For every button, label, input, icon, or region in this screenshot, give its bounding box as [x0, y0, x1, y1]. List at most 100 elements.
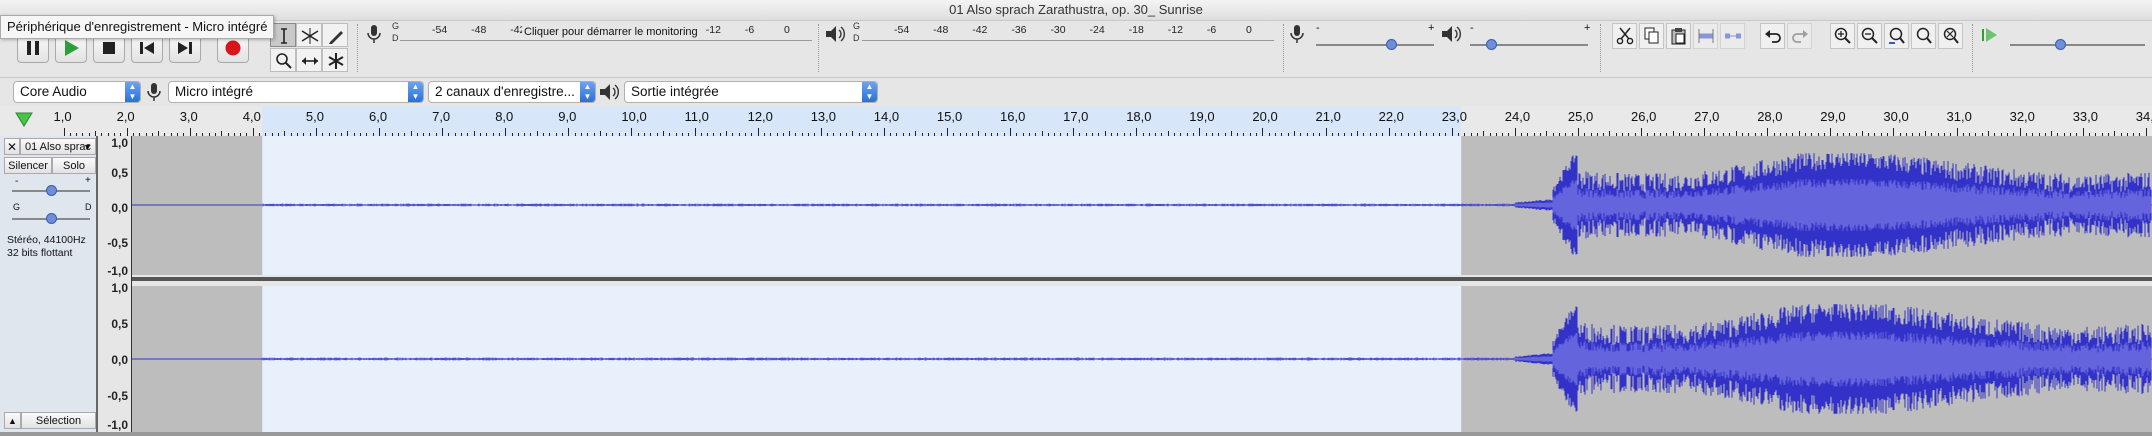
amplitude-ruler: 1,0 0,5 0,0 -0,5 -1,0 1,0 0,5 0,0 -0,5 -1,0 [98, 136, 132, 434]
timeline-label: 25,0 [1567, 109, 1594, 124]
collapse-track-button[interactable]: ▲ [4, 412, 21, 429]
track-info: Stéréo, 44100Hz 32 bits flottant [7, 234, 86, 260]
microphone-icon [367, 25, 381, 43]
record-volume-thumb[interactable] [1386, 39, 1398, 50]
gain-slider[interactable] [12, 181, 90, 199]
timeline-label: 21,0 [1315, 109, 1341, 124]
timeline-tick [1514, 128, 1516, 136]
record-volume-slider[interactable] [1316, 35, 1434, 55]
toolbar-separator [818, 24, 822, 72]
timeline-label: 19,0 [1189, 109, 1215, 124]
trim-audio-icon [1698, 29, 1714, 43]
play-speed-thumb[interactable] [2055, 39, 2066, 50]
zoom-toggle-icon [1943, 27, 1959, 44]
amplitude-label: -1,0 [107, 418, 128, 432]
multi-tool-button[interactable] [322, 48, 348, 72]
mute-button[interactable]: Silencer [4, 157, 52, 174]
record-meter-prompt[interactable]: Cliquer pour démarrer le monitoring [522, 26, 700, 38]
meter-tick-label: -12 [1167, 24, 1183, 36]
redo-button[interactable] [1787, 23, 1812, 49]
undo-button[interactable] [1760, 23, 1785, 49]
timeline-options-icon[interactable] [14, 110, 34, 128]
select-track-button[interactable]: Sélection [21, 412, 96, 429]
playback-device-select[interactable]: Sortie intégrée ▲ ▼ [624, 81, 878, 103]
play-icon [65, 40, 79, 56]
zoom-in-button[interactable] [1830, 23, 1855, 49]
meter-tick-label: -54 [894, 24, 910, 36]
scissors-icon [1616, 27, 1634, 45]
record-volume-minus: - [1316, 22, 1320, 34]
fit-project-button[interactable] [1911, 23, 1936, 49]
zoom-in-icon [1834, 27, 1851, 44]
stereo-waveform [132, 136, 2152, 434]
amplitude-label: 0,0 [111, 201, 128, 215]
timeline-label: 14,0 [873, 109, 900, 124]
recording-device-value: Micro intégré [175, 84, 254, 99]
close-track-button[interactable]: ✕ [4, 138, 20, 155]
toolbar-separator [357, 24, 361, 72]
timeline-tick [568, 128, 570, 136]
silence-audio-icon [1725, 33, 1741, 39]
meter-tick-label: -6 [744, 24, 755, 36]
i-beam-icon [281, 28, 287, 44]
meter-tick-label: -24 [1089, 24, 1105, 36]
timeline-label: 7,0 [432, 109, 451, 124]
waveform-area[interactable] [132, 136, 2152, 434]
timeline-label: 3,0 [179, 109, 198, 124]
copy-button[interactable] [1639, 23, 1664, 49]
timeline-tick [1956, 128, 1958, 136]
meter-tick-label: -36 [1011, 24, 1027, 36]
pan-slider[interactable] [12, 209, 90, 227]
timeline-label: 17,0 [1063, 109, 1089, 124]
timeline-ruler[interactable]: 1,0 2,0 3,0 4,0 5,0 6,0 7,0 8,0 9,0 10,0 11,0 12,0 1… [0, 106, 2152, 137]
timeline-tick [315, 128, 317, 136]
zoom-toggle-button[interactable] [1938, 23, 1963, 49]
asterisk-icon [328, 53, 344, 69]
envelope-tool-button[interactable] [296, 23, 322, 47]
track-format: Stéréo, 44100Hz [7, 234, 86, 246]
pan-thumb[interactable] [46, 213, 57, 224]
speaker-icon [826, 26, 845, 42]
timeline-tick [820, 128, 822, 136]
microphone-icon [1290, 25, 1304, 43]
zoom-fit-icon [1916, 27, 1932, 44]
playback-volume-slider[interactable] [1470, 35, 1588, 55]
timeline-label: 15,0 [936, 109, 963, 124]
timeline-label: 8,0 [495, 109, 514, 124]
fit-selection-button[interactable] [1884, 23, 1909, 49]
device-toolbar: Core Audio ▲ ▼ Micro intégré ▲ ▼ 2 canaux … [0, 78, 2152, 106]
timeline-tick [946, 128, 948, 136]
recording-channels-select[interactable]: 2 canaux d'enregistre... ▲ ▼ [428, 81, 596, 103]
timeline-tick [1577, 128, 1579, 136]
zoom-out-button[interactable] [1857, 23, 1882, 49]
timeline-label: 16,0 [1000, 109, 1026, 124]
timeline-label: 12,0 [747, 109, 773, 124]
playback-volume-thumb[interactable] [1486, 39, 1498, 50]
play-at-speed-button[interactable] [1978, 23, 2003, 49]
timeline-label: 27,0 [1694, 109, 1720, 124]
solo-button[interactable]: Solo [52, 157, 96, 174]
draw-tool-button[interactable] [322, 23, 348, 47]
cut-button[interactable] [1612, 23, 1637, 49]
meter-tick-label: -6 [1206, 24, 1217, 36]
gain-thumb[interactable] [46, 185, 57, 196]
dropdown-arrow-icon: ▼ [83, 142, 92, 152]
play-at-speed-icon [1982, 28, 1997, 42]
audio-host-select[interactable]: Core Audio ▲ ▼ [13, 81, 141, 103]
silence-button[interactable] [1720, 23, 1745, 49]
zoom-tool-button[interactable] [270, 48, 296, 72]
play-speed-slider[interactable] [2010, 35, 2145, 55]
trim-button[interactable] [1693, 23, 1718, 49]
paste-button[interactable] [1666, 23, 1691, 49]
recording-device-select[interactable]: Micro intégré ▲ ▼ [168, 81, 424, 103]
timeshift-tool-button[interactable] [296, 48, 322, 72]
timeline-label: 6,0 [369, 109, 388, 124]
timeline-tick [631, 128, 633, 136]
chevron-up-down-icon: ▲ ▼ [408, 82, 423, 102]
timeline-label: 29,0 [1820, 109, 1846, 124]
timeline-label: 10,0 [621, 109, 647, 124]
main-toolbar: G D -54 -48 -42 -36 -30 -24 -18 -12 -6 0 Cliquer … [0, 21, 2152, 78]
amplitude-label: 0,5 [111, 317, 128, 331]
playback-meter[interactable]: -54 -48 -42 -36 -30 -24 -18 -12 -6 0 [862, 24, 1274, 44]
track-name-menu[interactable]: 01 Also sprac ▼ [20, 138, 96, 155]
